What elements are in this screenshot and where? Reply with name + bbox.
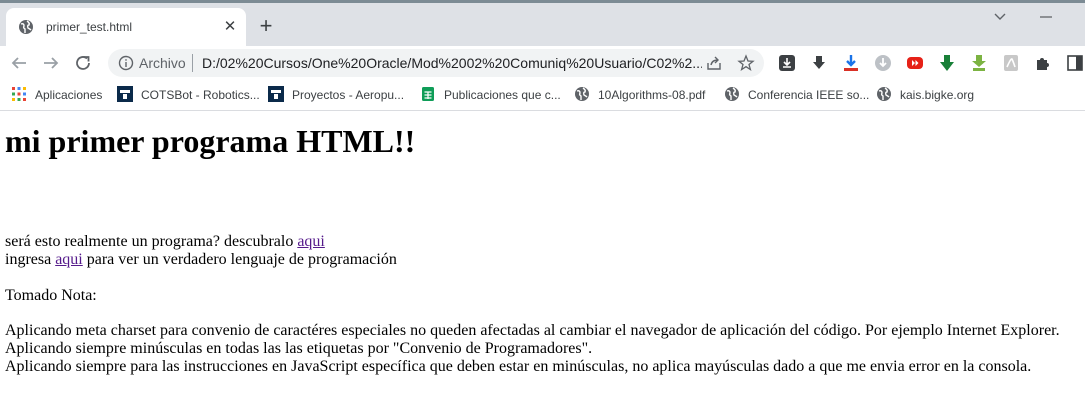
ingresa-prefix: ingresa [5,251,56,268]
bookmark-kais[interactable]: kais.bigke.org [876,86,980,104]
extension-lime-download-icon[interactable] [970,54,988,72]
extension-green-arrow-icon[interactable] [938,54,956,72]
extension-download-dark-icon[interactable] [778,54,796,72]
extension-download-circle-icon[interactable] [874,54,892,72]
tab-primer-test[interactable]: primer_test.html ✕ [6,8,246,46]
url-separator [192,54,193,72]
tab-title: primer_test.html [46,20,133,34]
forward-arrow-icon[interactable] [40,52,62,74]
bookmark-label: kais.bigke.org [900,88,975,102]
note-line: Aplicando siempre para las instrucciones… [5,358,1032,375]
bookmark-10algorithms[interactable]: 10Algorithms-08.pdf [574,86,714,104]
descubralo-link[interactable]: aqui [297,233,325,250]
ingresa-link[interactable]: aqui [55,251,83,268]
url-scheme-label: Archivo [139,55,186,71]
extension-pdf-icon[interactable] [1002,54,1020,72]
tab-close-icon[interactable]: ✕ [221,18,239,36]
globe-icon [18,19,34,35]
page-heading: mi primer programa HTML!! [5,123,416,159]
bookmark-label: Publicaciones que c... [444,88,561,102]
page-content: mi primer programa HTML!! será esto real… [0,111,1085,397]
reload-icon[interactable] [72,52,94,74]
extensions-puzzle-icon[interactable] [1034,54,1052,72]
bookmark-proyectos[interactable]: Proyectos - Aeropu... [268,86,410,104]
ingresa-suffix: para ver un verdadero lenguaje de progra… [82,251,397,268]
address-bar[interactable]: Archivo D:/02%20Cursos/One%20Oracle/Mod%… [108,49,764,77]
bookmark-star-icon[interactable] [737,54,755,72]
note-line: Aplicando siempre minúsculas en todas la… [5,340,593,357]
share-icon[interactable] [705,54,723,72]
apps-grid-icon [11,86,27,102]
qut-icon [117,86,133,102]
back-arrow-icon[interactable] [8,52,30,74]
new-tab-button[interactable]: + [254,15,278,39]
ingresa-line: ingresa aqui para ver un verdadero lengu… [5,251,397,269]
bookmark-conferencia-ieee[interactable]: Conferencia IEEE so... [724,86,870,104]
extension-youtube-icon[interactable] [906,54,924,72]
bookmark-label: 10Algorithms-08.pdf [598,88,706,102]
tab-search-chevron-icon[interactable] [990,8,1010,26]
toolbar: Archivo D:/02%20Cursos/One%20Oracle/Mod%… [0,46,1085,80]
bookmark-label: Conferencia IEEE so... [748,88,870,102]
bookmark-label: Proyectos - Aeropu... [292,88,405,102]
extension-download-blue-icon[interactable] [842,54,860,72]
notes-title: Tomado Nota: [5,287,97,304]
intro-text: será esto realmente un programa? descubr… [5,233,298,250]
extension-arrow-down-icon[interactable] [810,54,828,72]
note-line: Aplicando meta charset para convenio de … [5,322,1060,339]
window-top-border [0,0,1085,3]
intro-line: será esto realmente un programa? descubr… [5,233,325,251]
bookmark-label: COTSBot - Robotics... [141,88,260,102]
info-icon[interactable] [118,55,134,71]
tab-strip: primer_test.html ✕ + [0,0,1085,46]
bookmark-cotsbot[interactable]: COTSBot - Robotics... [117,86,260,104]
bookmarks-bar: Aplicaciones COTSBot - Robotics... Proye… [0,80,1085,111]
globe-icon [876,86,892,102]
bookmark-label: Aplicaciones [35,88,103,102]
globe-icon [724,86,740,102]
qut-icon [268,86,284,102]
bookmark-aplicaciones[interactable]: Aplicaciones [11,86,107,104]
globe-icon [574,86,590,102]
sheets-icon [420,86,436,102]
minimize-icon[interactable] [1035,6,1057,28]
bookmark-publicaciones[interactable]: Publicaciones que c... [420,86,565,104]
side-panel-icon[interactable] [1066,54,1084,72]
url-text[interactable]: D:/02%20Cursos/One%20Oracle/Mod%2002%20C… [202,55,702,71]
